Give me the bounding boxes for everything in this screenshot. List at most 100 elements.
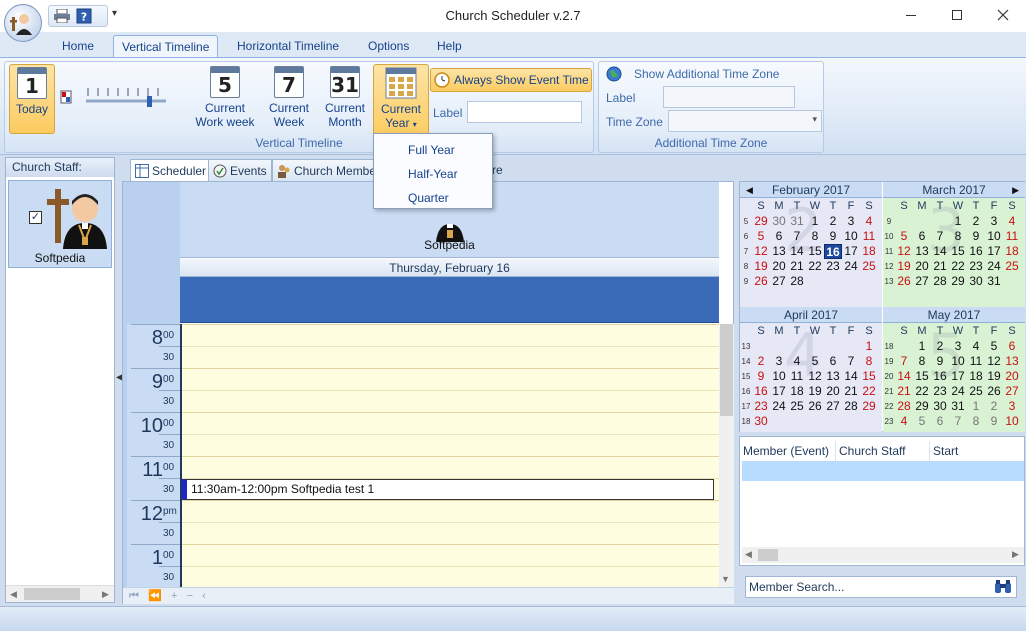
label-input[interactable]: [467, 101, 582, 123]
tab-horizontal-timeline[interactable]: Horizontal Timeline: [229, 35, 347, 58]
day-cell[interactable]: 25: [1003, 259, 1021, 274]
day-cell[interactable]: 27: [824, 399, 842, 414]
tab-events[interactable]: Events: [208, 159, 272, 181]
close-button[interactable]: [980, 0, 1026, 30]
first-icon[interactable]: ⏮: [129, 590, 139, 602]
scheduler-vscrollbar[interactable]: ▲ ▼: [719, 324, 734, 587]
scroll-right-icon[interactable]: ▶: [1012, 549, 1019, 560]
tab-options[interactable]: Options: [360, 35, 417, 58]
day-cell[interactable]: 4: [788, 354, 806, 369]
scroll-thumb[interactable]: [758, 549, 778, 561]
column-member-event[interactable]: Member (Event): [740, 441, 836, 461]
always-show-event-time-button[interactable]: Always Show Event Time: [430, 68, 592, 92]
day-cell[interactable]: 18: [860, 244, 878, 259]
day-cell[interactable]: 3: [1003, 399, 1021, 414]
day-cell[interactable]: 5: [806, 354, 824, 369]
day-cell[interactable]: 29: [860, 399, 878, 414]
day-cell[interactable]: 24: [842, 259, 860, 274]
day-cell[interactable]: 22: [806, 259, 824, 274]
day-cell[interactable]: 13: [913, 244, 931, 259]
day-cell[interactable]: 3: [949, 339, 967, 354]
day-cell[interactable]: 24: [770, 399, 788, 414]
day-cell[interactable]: 23: [752, 399, 770, 414]
day-cell[interactable]: 28: [895, 399, 913, 414]
day-cell[interactable]: 17: [949, 369, 967, 384]
day-cell[interactable]: 11: [1003, 229, 1021, 244]
day-cell[interactable]: 19: [752, 259, 770, 274]
day-cell[interactable]: 18: [967, 369, 985, 384]
day-cell[interactable]: 31: [985, 274, 1003, 289]
day-cell[interactable]: 19: [985, 369, 1003, 384]
day-cell[interactable]: 16: [967, 244, 985, 259]
day-cell[interactable]: 14: [788, 244, 806, 259]
day-cell[interactable]: 16: [752, 384, 770, 399]
day-cell[interactable]: 21: [788, 259, 806, 274]
maximize-button[interactable]: [934, 0, 980, 30]
day-cell[interactable]: 29: [949, 274, 967, 289]
day-cell[interactable]: 12: [806, 369, 824, 384]
day-cell[interactable]: 24: [985, 259, 1003, 274]
prev-month-icon[interactable]: ◀: [746, 182, 753, 198]
scroll-left-icon[interactable]: ◀: [10, 589, 17, 600]
day-cell[interactable]: 25: [788, 399, 806, 414]
day-cell[interactable]: 15: [949, 244, 967, 259]
day-cell[interactable]: 9: [824, 229, 842, 244]
day-cell[interactable]: 2: [985, 399, 1003, 414]
day-cell[interactable]: 17: [842, 244, 860, 259]
tab-vertical-timeline[interactable]: Vertical Timeline: [113, 35, 219, 58]
day-cell[interactable]: 30: [770, 214, 788, 229]
day-cell[interactable]: 8: [949, 229, 967, 244]
day-cell[interactable]: 1: [860, 339, 878, 354]
scroll-thumb[interactable]: [24, 588, 80, 600]
tab-scheduler[interactable]: Scheduler: [130, 159, 212, 181]
zoom-slider[interactable]: [84, 84, 170, 110]
day-cell[interactable]: 5: [752, 229, 770, 244]
current-work-week-button[interactable]: 5 Current Work week: [192, 64, 258, 134]
day-cell[interactable]: 28: [842, 399, 860, 414]
day-cell[interactable]: 9: [985, 414, 1003, 429]
menu-item-quarter[interactable]: Quarter: [374, 186, 492, 210]
day-cell[interactable]: 2: [824, 214, 842, 229]
scroll-down-icon[interactable]: ▼: [721, 574, 730, 584]
appointment[interactable]: 11:30am-12:00pm Softpedia test 1: [182, 479, 714, 500]
day-cell[interactable]: 23: [931, 384, 949, 399]
scroll-right-icon[interactable]: ▶: [102, 589, 109, 600]
staff-card[interactable]: ✓ Softpedia: [8, 180, 112, 268]
day-cell[interactable]: 20: [824, 384, 842, 399]
day-cell[interactable]: 10: [1003, 414, 1021, 429]
day-cell[interactable]: 7: [895, 354, 913, 369]
day-cell[interactable]: 4: [967, 339, 985, 354]
day-cell[interactable]: 27: [1003, 384, 1021, 399]
day-cell[interactable]: 23: [967, 259, 985, 274]
day-cell[interactable]: 1: [949, 214, 967, 229]
day-cell[interactable]: 26: [752, 274, 770, 289]
day-cell[interactable]: 10: [842, 229, 860, 244]
day-cell[interactable]: 12: [752, 244, 770, 259]
minus-icon[interactable]: −: [187, 590, 193, 602]
day-cell[interactable]: 15: [860, 369, 878, 384]
day-cell[interactable]: 21: [931, 259, 949, 274]
day-cell[interactable]: 9: [967, 229, 985, 244]
day-cell[interactable]: 22: [949, 259, 967, 274]
day-cell[interactable]: 6: [824, 354, 842, 369]
day-cell[interactable]: 19: [895, 259, 913, 274]
day-cell[interactable]: 14: [931, 244, 949, 259]
day-cell[interactable]: 5: [985, 339, 1003, 354]
day-cell[interactable]: 3: [842, 214, 860, 229]
day-cell[interactable]: 7: [931, 229, 949, 244]
day-cell[interactable]: 22: [913, 384, 931, 399]
day-cell[interactable]: 12: [985, 354, 1003, 369]
day-cell[interactable]: 4: [895, 414, 913, 429]
day-cell[interactable]: 29: [752, 214, 770, 229]
all-day-area[interactable]: [180, 277, 719, 323]
day-cell[interactable]: 15: [806, 244, 824, 259]
day-cell[interactable]: 23: [824, 259, 842, 274]
day-cell[interactable]: 17: [985, 244, 1003, 259]
day-cell[interactable]: 18: [788, 384, 806, 399]
current-week-button[interactable]: 7 Current Week: [264, 64, 314, 134]
day-cell[interactable]: 10: [985, 229, 1003, 244]
day-cell[interactable]: 22: [860, 384, 878, 399]
day-cell[interactable]: 29: [913, 399, 931, 414]
day-cell[interactable]: 8: [913, 354, 931, 369]
today-button[interactable]: 1 Today: [9, 64, 55, 134]
